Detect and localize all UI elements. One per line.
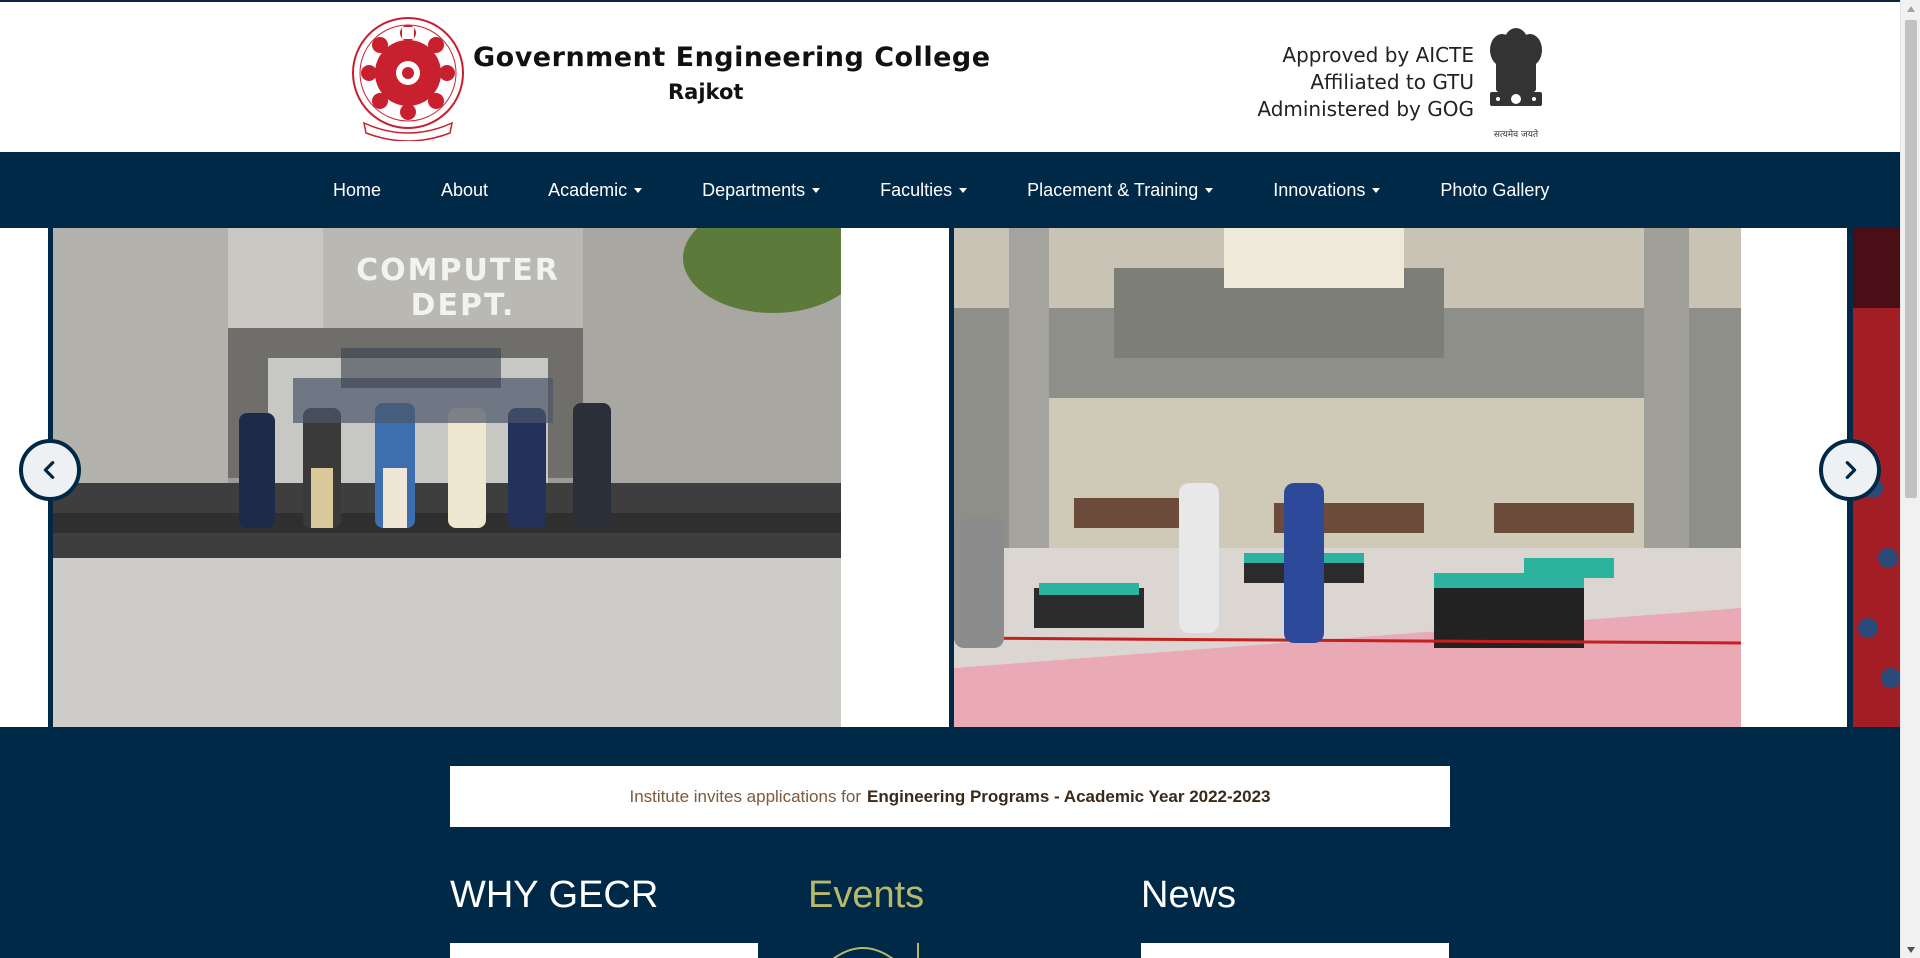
nav-faculties[interactable]: Faculties bbox=[850, 180, 997, 201]
nav-home-label: Home bbox=[333, 179, 382, 200]
administration-gog: Administered by GOG bbox=[1257, 97, 1474, 121]
why-gecr-title: WHY GECR bbox=[450, 874, 659, 916]
nav-academic[interactable]: Academic bbox=[518, 180, 672, 201]
national-emblem: सत्यमेव जयते bbox=[1482, 20, 1550, 140]
events-title: Events bbox=[808, 874, 925, 916]
scroll-up-icon bbox=[1907, 5, 1915, 12]
caret-down-icon bbox=[1205, 187, 1214, 193]
notice-prefix: Institute invites applications for bbox=[629, 786, 862, 806]
emblem-caption: सत्यमेव जयते bbox=[1493, 130, 1539, 140]
news-title: News bbox=[1141, 874, 1237, 916]
scroll-down-button[interactable] bbox=[1901, 941, 1920, 958]
content-section: Institute invites applications for Engin… bbox=[0, 727, 1900, 958]
nav-home[interactable]: Home bbox=[303, 180, 411, 201]
nav-about-label: About bbox=[441, 179, 489, 200]
caret-down-icon bbox=[1372, 187, 1381, 193]
events-calendar-icon bbox=[832, 943, 919, 958]
approval-aicte: Approved by AICTE bbox=[1282, 43, 1474, 67]
nav-about[interactable]: About bbox=[411, 180, 518, 201]
nav-departments[interactable]: Departments bbox=[672, 180, 850, 201]
site-header: Government Engineering College Rajkot Ap… bbox=[0, 2, 1900, 152]
admission-notice[interactable]: Institute invites applications for Engin… bbox=[450, 766, 1450, 827]
college-name: Government Engineering College bbox=[473, 42, 991, 73]
college-logo[interactable] bbox=[350, 15, 466, 141]
scroll-down-icon bbox=[1907, 946, 1915, 953]
affiliation-gtu: Affiliated to GTU bbox=[1310, 70, 1474, 94]
news-panel bbox=[1141, 943, 1449, 958]
nav-placement-label: Placement & Training bbox=[1027, 179, 1199, 200]
national-emblem-icon bbox=[1490, 28, 1542, 106]
nav-academic-label: Academic bbox=[548, 179, 628, 200]
page: Government Engineering College Rajkot Ap… bbox=[0, 0, 1900, 958]
computer-dept-photo: COMPUTER DEPT. bbox=[53, 228, 841, 727]
college-city: Rajkot bbox=[668, 80, 744, 104]
sign-dept: DEPT. bbox=[411, 288, 516, 323]
approvals-block: Approved by AICTE Affiliated to GTU Admi… bbox=[1257, 42, 1474, 123]
caret-down-icon bbox=[812, 187, 821, 193]
nav-departments-label: Departments bbox=[702, 179, 806, 200]
notice-highlight[interactable]: Engineering Programs - Academic Year 202… bbox=[867, 787, 1270, 807]
image-carousel: COMPUTER DEPT. bbox=[0, 228, 1900, 727]
caret-down-icon bbox=[634, 187, 643, 193]
carousel-next-button[interactable] bbox=[1819, 439, 1881, 501]
page-scrollbar[interactable] bbox=[1900, 0, 1920, 958]
caret-down-icon bbox=[959, 187, 968, 193]
nav-faculties-label: Faculties bbox=[880, 179, 953, 200]
why-gecr-panel bbox=[450, 943, 758, 958]
main-nav: Home About Academic Departments Facultie… bbox=[0, 152, 1900, 228]
scrollbar-thumb[interactable] bbox=[1905, 20, 1917, 498]
sign-computer: COMPUTER bbox=[356, 253, 560, 288]
carousel-prev-button[interactable] bbox=[19, 439, 81, 501]
nav-placement-training[interactable]: Placement & Training bbox=[997, 180, 1243, 201]
slide-exhibition[interactable] bbox=[954, 228, 1741, 727]
chevron-left-icon bbox=[43, 461, 55, 479]
nav-innovations-label: Innovations bbox=[1273, 179, 1366, 200]
nav-innovations[interactable]: Innovations bbox=[1243, 180, 1410, 201]
scroll-up-button[interactable] bbox=[1901, 0, 1920, 17]
nav-photo-gallery[interactable]: Photo Gallery bbox=[1410, 180, 1579, 201]
nav-photo-gallery-label: Photo Gallery bbox=[1440, 179, 1550, 200]
chevron-right-icon bbox=[1845, 461, 1857, 479]
slide-computer-dept[interactable]: COMPUTER DEPT. bbox=[53, 228, 841, 727]
exhibition-photo bbox=[954, 228, 1741, 727]
